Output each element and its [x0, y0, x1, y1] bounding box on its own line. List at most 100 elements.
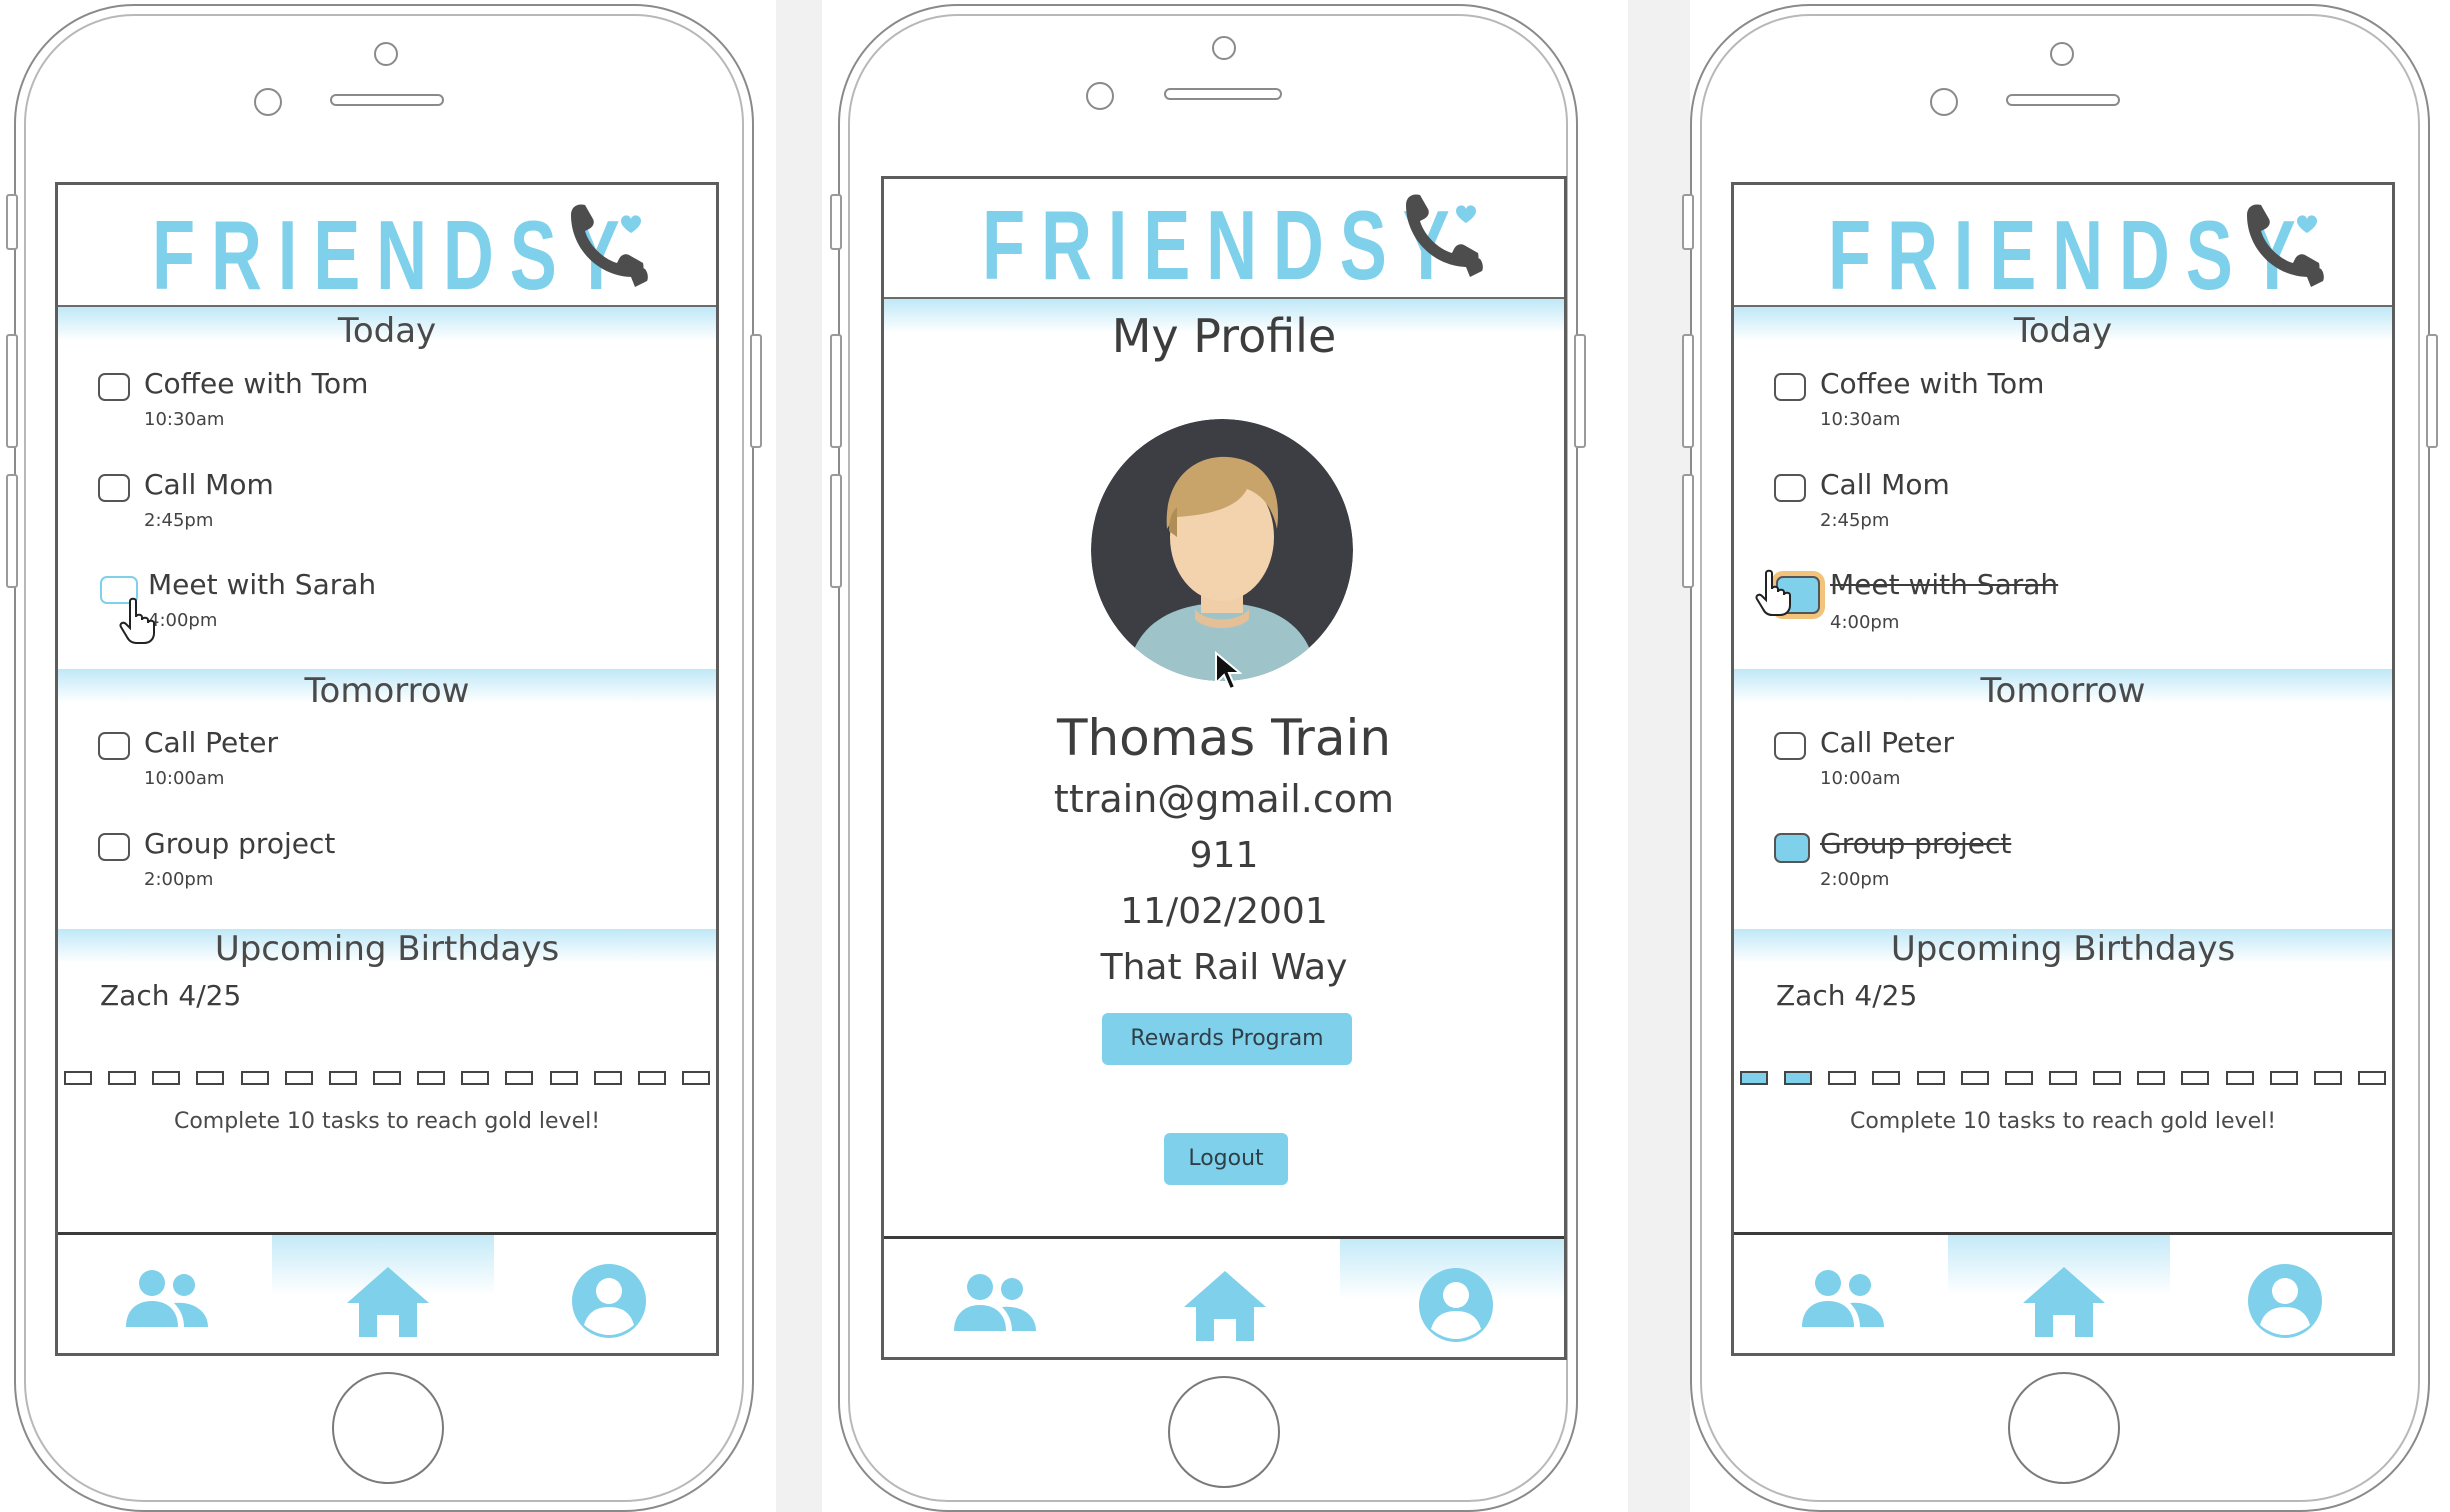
- screen: FRIENDSY My Profile Thomas Train ttrain@…: [881, 176, 1567, 1360]
- front-camera: [374, 42, 398, 66]
- section-title-tomorrow: Tomorrow: [1980, 671, 2146, 711]
- section-title-today: Today: [2013, 311, 2113, 351]
- task-item[interactable]: Group project 2:00pm: [98, 827, 696, 897]
- profile-name: Thomas Train: [1056, 709, 1392, 767]
- progress-box: [2137, 1071, 2166, 1085]
- page-title: My Profile: [1111, 309, 1337, 363]
- task-checkbox[interactable]: [1774, 732, 1806, 760]
- task-label: Call Peter: [1820, 726, 1954, 759]
- task-time: 2:00pm: [144, 869, 214, 890]
- task-item[interactable]: Meet with Sarah 4:00pm: [98, 568, 696, 638]
- task-checkbox[interactable]: [1774, 833, 1810, 863]
- task-checkbox[interactable]: [98, 732, 130, 760]
- home-hardware-button[interactable]: [1168, 1376, 1280, 1488]
- task-time: 4:00pm: [148, 610, 218, 631]
- progress-box: [64, 1071, 92, 1085]
- hand-cursor-icon: [119, 597, 155, 644]
- gold-level-message: Complete 10 tasks to reach gold level!: [173, 1109, 601, 1134]
- home-icon[interactable]: [343, 1263, 433, 1339]
- progress-box: [240, 1071, 269, 1085]
- profile-icon[interactable]: [564, 1263, 654, 1339]
- task-time: 2:45pm: [1820, 510, 1890, 531]
- progress-box: [2357, 1071, 2386, 1085]
- task-item[interactable]: Call Mom 2:45pm: [98, 468, 696, 538]
- birthday-item: Zach 4/25: [1776, 979, 1918, 1012]
- task-item[interactable]: Meet with Sarah 4:00pm: [1774, 568, 2372, 638]
- task-checkbox[interactable]: [98, 373, 130, 401]
- task-item[interactable]: Call Peter 10:00am: [1774, 726, 2372, 796]
- profile-address: That Rail Way: [1100, 947, 1348, 988]
- phone-heart-icon: [2247, 204, 2324, 287]
- section-title-birthdays: Upcoming Birthdays: [214, 929, 560, 969]
- speaker: [2006, 94, 2120, 106]
- task-item[interactable]: Call Mom 2:45pm: [1774, 468, 2372, 538]
- progress-box: [549, 1071, 578, 1085]
- progress-box: [2269, 1071, 2298, 1085]
- background-strip: [1628, 0, 1690, 1512]
- birthday-item: Zach 4/25: [100, 979, 242, 1012]
- progress-box: [2093, 1071, 2122, 1085]
- home-hardware-button[interactable]: [332, 1372, 444, 1484]
- front-sensor: [254, 88, 282, 116]
- progress-box: [2048, 1071, 2077, 1085]
- screen: FRIENDSY Today Coffee with Tom 10:30am C…: [1731, 182, 2395, 1356]
- task-time: 10:30am: [144, 409, 225, 430]
- front-sensor: [1086, 82, 1114, 110]
- progress-box: [328, 1071, 357, 1085]
- progress-box: [461, 1071, 490, 1085]
- bottom-nav: [884, 1236, 1564, 1357]
- progress-box: [2181, 1071, 2210, 1085]
- app-header: FRIENDSY: [58, 185, 716, 307]
- task-time: 10:00am: [144, 768, 225, 789]
- profile-icon[interactable]: [2240, 1263, 2330, 1339]
- task-item[interactable]: Coffee with Tom 10:30am: [1774, 367, 2372, 437]
- friends-icon[interactable]: [122, 1263, 212, 1339]
- progress-box: [372, 1071, 401, 1085]
- progress-box: [1784, 1071, 1813, 1085]
- gold-level-message: Complete 10 tasks to reach gold level!: [1849, 1109, 2277, 1134]
- speaker: [330, 94, 444, 106]
- avatar[interactable]: [1091, 419, 1353, 681]
- task-time: 2:00pm: [1820, 869, 1890, 890]
- logout-button[interactable]: Logout: [1164, 1133, 1288, 1185]
- front-camera: [2050, 42, 2074, 66]
- profile-icon[interactable]: [1411, 1267, 1501, 1343]
- section-title-tomorrow: Tomorrow: [304, 671, 470, 711]
- bottom-nav: [58, 1232, 716, 1353]
- task-checkbox[interactable]: [1774, 373, 1806, 401]
- profile-phone: 911: [1189, 835, 1259, 876]
- task-label: Coffee with Tom: [144, 367, 369, 400]
- task-label: Meet with Sarah: [1830, 568, 2059, 601]
- progress-tracker: [1740, 1071, 2386, 1087]
- phone-home-after: FRIENDSY Today Coffee with Tom 10:30am C…: [1682, 4, 2438, 1512]
- task-time: 2:45pm: [144, 510, 214, 531]
- home-icon[interactable]: [1180, 1267, 1270, 1343]
- task-label: Call Mom: [144, 468, 274, 501]
- task-item[interactable]: Coffee with Tom 10:30am: [98, 367, 696, 437]
- task-label: Group project: [1820, 827, 2012, 860]
- screen: FRIENDSY Today Coffee with Tom 10:30am C…: [55, 182, 719, 1356]
- progress-box: [1740, 1071, 1768, 1085]
- task-checkbox[interactable]: [1774, 474, 1806, 502]
- progress-box: [2225, 1071, 2254, 1085]
- progress-box: [2313, 1071, 2342, 1085]
- task-checkbox[interactable]: [98, 474, 130, 502]
- progress-box: [108, 1071, 137, 1085]
- home-hardware-button[interactable]: [2008, 1372, 2120, 1484]
- task-label: Coffee with Tom: [1820, 367, 2045, 400]
- friends-icon[interactable]: [1798, 1263, 1888, 1339]
- hand-cursor-icon: [1755, 569, 1791, 616]
- task-checkbox[interactable]: [98, 833, 130, 861]
- task-item[interactable]: Group project 2:00pm: [1774, 827, 2372, 897]
- task-label: Call Peter: [144, 726, 278, 759]
- task-item[interactable]: Call Peter 10:00am: [98, 726, 696, 796]
- friends-icon[interactable]: [950, 1267, 1040, 1343]
- profile-birthdate: 11/02/2001: [1120, 891, 1328, 932]
- task-label: Group project: [144, 827, 336, 860]
- rewards-program-button[interactable]: Rewards Program: [1102, 1013, 1352, 1065]
- bottom-nav: [1734, 1232, 2392, 1353]
- progress-box: [505, 1071, 534, 1085]
- progress-box: [1828, 1071, 1857, 1085]
- progress-tracker: [64, 1071, 710, 1087]
- home-icon[interactable]: [2019, 1263, 2109, 1339]
